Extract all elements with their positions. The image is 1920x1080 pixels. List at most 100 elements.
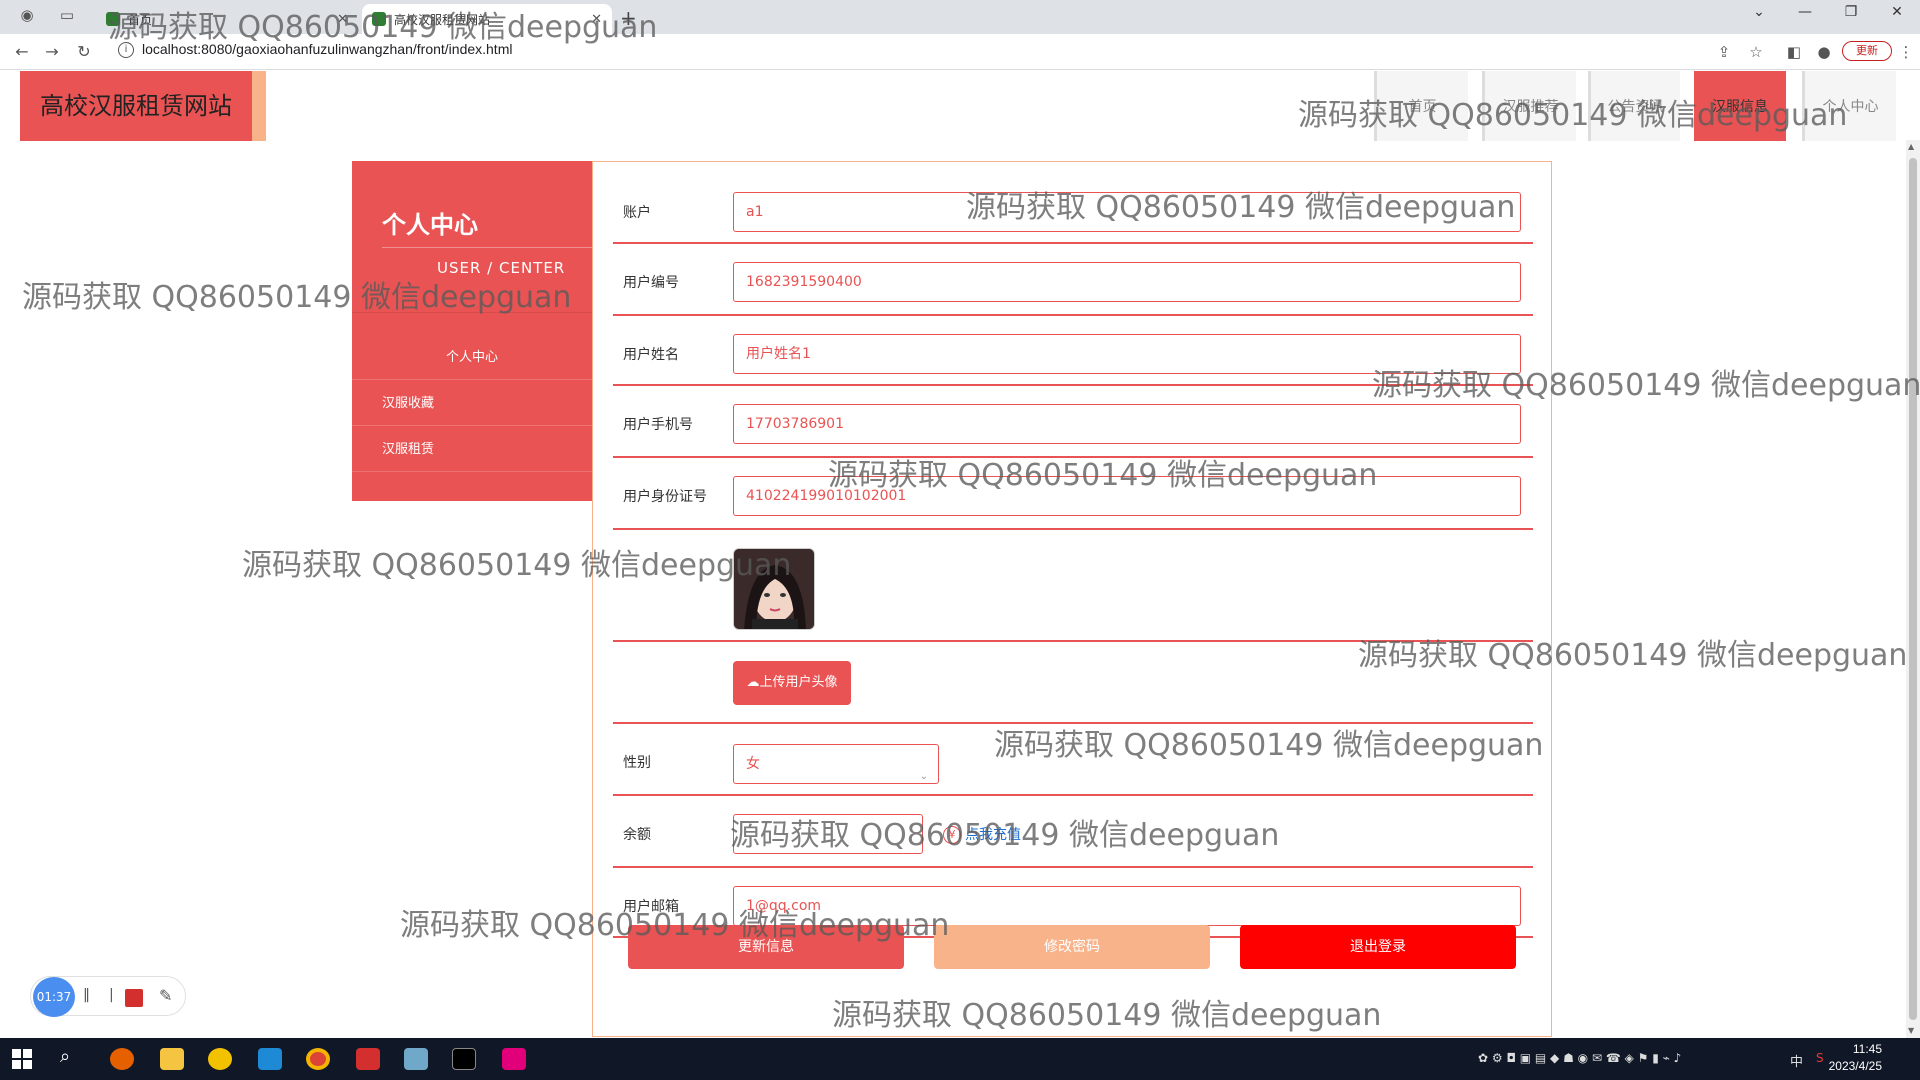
reload-icon[interactable]: ↻ — [74, 42, 94, 61]
profile-icon[interactable]: ● — [1814, 43, 1834, 61]
browser-tab-2[interactable]: 高校汉服租赁网站 ✕ — [362, 4, 612, 34]
browser-tab-2-label: 高校汉服租赁网站 — [394, 12, 491, 27]
tab-list-chevron-icon[interactable]: ⌄ — [1744, 4, 1774, 20]
browser-tab-bar: ◉ ▭ 首页 ✕ 高校汉服租赁网站 ✕ + ⌄ — ❐ ✕ — [0, 0, 1920, 34]
logout-button[interactable]: 退出登录 — [1240, 925, 1516, 969]
recharge-link[interactable]: ¥ 点我充值 — [943, 824, 1021, 844]
side-panel-icon[interactable]: ◧ — [1784, 43, 1804, 61]
change-password-button[interactable]: 修改密码 — [934, 925, 1210, 969]
tab-search-icon[interactable]: ▭ — [58, 6, 76, 24]
nav-home[interactable]: 首页 — [1374, 71, 1468, 141]
upload-avatar-button[interactable]: ☁上传用户头像 — [733, 661, 851, 705]
user-no-label: 用户编号 — [623, 275, 679, 291]
recorder-divider: | — [109, 987, 114, 1003]
nav-announcements[interactable]: 公告资讯 — [1588, 71, 1680, 141]
search-icon[interactable]: ⌕ — [60, 1046, 84, 1068]
vue-favicon-icon — [106, 12, 120, 26]
gender-label: 性别 — [623, 755, 651, 771]
nav-hanfu-info[interactable]: 汉服信息 — [1694, 71, 1786, 141]
input-method-indicator[interactable]: 中 — [1790, 1051, 1803, 1070]
form-row-user-no: 用户编号 1682391590400 — [613, 244, 1533, 316]
upload-avatar-label: 上传用户头像 — [759, 675, 838, 690]
pen-icon[interactable]: ✎ — [159, 986, 172, 1005]
pause-icon[interactable]: ‖ — [83, 987, 90, 1003]
clock-date: 2023/4/25 — [1828, 1059, 1882, 1073]
gender-select[interactable]: 女 ⌄ — [733, 744, 939, 784]
update-button[interactable]: 更新 — [1842, 41, 1892, 61]
wps-icon[interactable] — [356, 1048, 380, 1070]
scroll-down-icon[interactable]: ▼ — [1908, 1026, 1914, 1035]
scroll-up-icon[interactable]: ▲ — [1908, 142, 1914, 151]
user-name-input[interactable]: 用户姓名1 — [733, 334, 1521, 374]
clock-time: 11:45 — [1852, 1042, 1882, 1056]
more-menu-icon[interactable]: ⋮ — [1896, 43, 1916, 61]
site-info-icon[interactable]: i — [118, 42, 134, 58]
chevron-down-icon: ⌄ — [919, 771, 928, 782]
browser-tab-1-label: 首页 — [128, 12, 153, 27]
account-input[interactable]: a1 — [733, 192, 1521, 232]
url-field[interactable]: localhost:8080/gaoxiaohanfuzulinwangzhan… — [142, 41, 512, 57]
form-row-id-card: 用户身份证号 410224199010102001 — [613, 458, 1533, 530]
address-bar: ← → ↻ i localhost:8080/gaoxiaohanfuzulin… — [0, 34, 1920, 70]
vscode-icon[interactable] — [258, 1048, 282, 1070]
form-row-gender: 性别 女 ⌄ — [613, 724, 1533, 796]
gender-selected-value: 女 — [746, 756, 760, 772]
form-row-phone: 用户手机号 17703786901 — [613, 386, 1533, 458]
id-card-input[interactable]: 410224199010102001 — [733, 476, 1521, 516]
update-info-button[interactable]: 更新信息 — [628, 925, 904, 969]
cloud-upload-icon: ☁ — [746, 675, 760, 690]
restore-icon[interactable]: ❐ — [1836, 4, 1866, 20]
user-avatar — [733, 548, 815, 630]
form-row-account: 账户 a1 — [613, 174, 1533, 244]
vue-favicon-icon — [372, 12, 386, 26]
balance-input[interactable] — [733, 814, 923, 854]
taskbar-clock[interactable]: 11:45 2023/4/25 — [1829, 1041, 1882, 1075]
sidebar-divider — [382, 247, 592, 248]
antivirus-icon[interactable]: S — [1816, 1051, 1824, 1065]
id-card-label: 用户身份证号 — [623, 489, 707, 505]
avatar-photo-icon — [734, 549, 814, 629]
close-tab-icon[interactable]: ✕ — [591, 12, 602, 27]
stop-record-icon[interactable] — [125, 989, 143, 1007]
email-label: 用户邮箱 — [623, 899, 679, 915]
sidebar-subtitle: USER / CENTER — [437, 259, 566, 277]
firefox-icon[interactable] — [110, 1048, 134, 1070]
chick-app-icon[interactable] — [208, 1048, 232, 1070]
bookmark-star-icon[interactable]: ☆ — [1746, 43, 1766, 61]
file-explorer-icon[interactable] — [160, 1048, 184, 1070]
terminal-icon[interactable] — [452, 1048, 476, 1070]
recharge-icon: ¥ — [943, 826, 961, 844]
sidebar-item-user-center[interactable]: 个人中心 — [352, 336, 592, 380]
windows-taskbar: ⌕ ✿ ⚙ ◘ ▣ ▤ ◆ ☗ ◉ ✉ ☎ ◈ ⚑ ▮ ⌁ ♪ 中 S 11:4… — [0, 1038, 1920, 1080]
form-row-avatar — [613, 530, 1533, 642]
tray-icons[interactable]: ✿ ⚙ ◘ ▣ ▤ ◆ ☗ ◉ ✉ ☎ ◈ ⚑ ▮ ⌁ ♪ — [1478, 1051, 1681, 1065]
nav-hanfu-recommend[interactable]: 汉服推荐 — [1482, 71, 1576, 141]
browser-menu-icon[interactable]: ◉ — [18, 6, 36, 24]
sidebar-title: 个人中心 — [382, 211, 478, 239]
site-logo[interactable]: 高校汉服租赁网站 — [20, 71, 266, 141]
minimize-icon[interactable]: — — [1790, 4, 1820, 20]
windows-start-icon[interactable] — [12, 1049, 34, 1071]
back-arrow-icon[interactable]: ← — [12, 42, 32, 61]
phone-label: 用户手机号 — [623, 417, 693, 433]
browser-tab-1[interactable]: 首页 ✕ — [96, 4, 358, 34]
form-row-upload: ☁上传用户头像 — [613, 642, 1533, 724]
user-no-input[interactable]: 1682391590400 — [733, 262, 1521, 302]
close-window-icon[interactable]: ✕ — [1882, 4, 1912, 20]
forward-arrow-icon[interactable]: → — [42, 42, 62, 61]
share-icon[interactable]: ⇪ — [1714, 43, 1734, 61]
intellij-icon[interactable] — [502, 1048, 526, 1070]
email-input[interactable]: 1@qq.com — [733, 886, 1521, 926]
close-tab-icon[interactable]: ✕ — [337, 12, 348, 27]
scroll-thumb[interactable] — [1909, 158, 1917, 1020]
nav-user-center[interactable]: 个人中心 — [1802, 71, 1896, 141]
profile-form: 账户 a1 用户编号 1682391590400 用户姓名 用户姓名1 用户手机… — [592, 161, 1552, 1037]
form-row-balance: 余额 ¥ 点我充值 — [613, 796, 1533, 868]
notepad-icon[interactable] — [404, 1048, 428, 1070]
sidebar-item-rentals[interactable]: 汉服租赁 — [352, 428, 592, 472]
new-tab-icon[interactable]: + — [620, 6, 637, 30]
page-scrollbar[interactable]: ▲ ▼ — [1906, 140, 1920, 1038]
chrome-icon[interactable] — [306, 1048, 330, 1070]
phone-input[interactable]: 17703786901 — [733, 404, 1521, 444]
sidebar-item-favorites[interactable]: 汉服收藏 — [352, 382, 592, 426]
